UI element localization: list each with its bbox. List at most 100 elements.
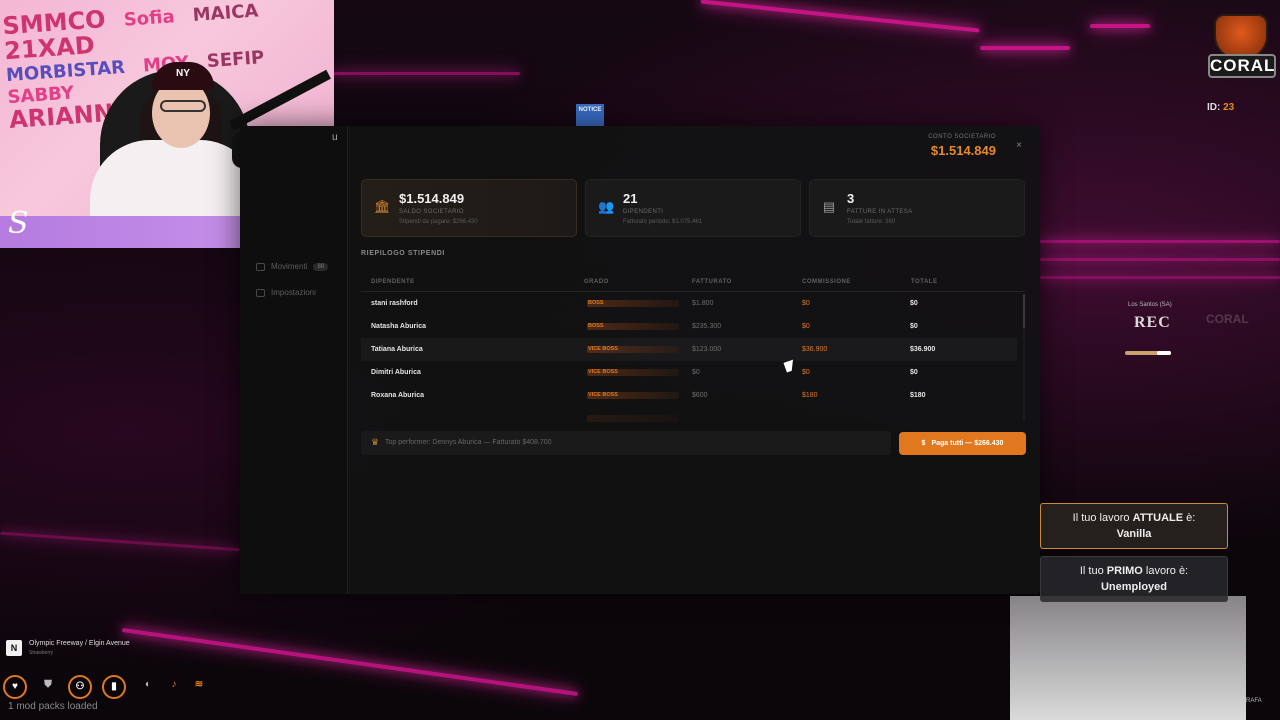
notice-sign: NOTICE: [576, 104, 604, 126]
graffiti-word: SEFIP: [206, 47, 265, 73]
neon-light: [0, 531, 240, 552]
primary-job-value: Unemployed: [1100, 581, 1167, 593]
top-performer-bar: ♛ Top performer: Dennys Aburica — Fattur…: [361, 431, 891, 455]
column-header: COMMISSIONE: [802, 279, 851, 285]
job-strong: ATTUALE: [1132, 512, 1184, 524]
settings-icon: [256, 288, 265, 297]
employee-total: $0: [910, 323, 918, 330]
employee-rank: VICE BOSS: [588, 369, 618, 375]
neon-light: [980, 46, 1070, 50]
invoice-icon: ▤: [822, 199, 836, 214]
rec-location: Los Santos (SA): [1128, 302, 1172, 308]
stat-card-invoices: ▤ 3 FATTURE IN ATTESA Totale fatture: 36…: [809, 179, 1025, 237]
rank-bar: [587, 415, 679, 422]
zone-name: Strawberry: [29, 650, 54, 656]
server-logo: CORAL: [1208, 14, 1276, 82]
current-job-box: Il tuo lavoro ATTUALE è: Vanilla: [1040, 503, 1228, 549]
sidebar-item-impostazioni[interactable]: Impostazioni: [256, 288, 316, 297]
table-row[interactable]: stani rashford BOSS $1.800 $0 $0: [361, 292, 1017, 315]
employee-total: $0: [910, 300, 918, 307]
sidebar-edge-label: u: [332, 132, 338, 143]
pay-all-label: Paga tutti — $266.430: [931, 440, 1004, 447]
stat-sub: Stipendi da pagare: $266.430: [399, 219, 478, 225]
neon-light: [1040, 240, 1280, 243]
neon-light: [1040, 258, 1280, 261]
sidebar-item-label: Impostazioni: [271, 288, 316, 297]
graffiti-word: Sofia: [123, 6, 176, 31]
employee-rank: BOSS: [588, 300, 604, 306]
section-title: RIEPILOGO STIPENDI: [361, 250, 445, 257]
current-job-value: Vanilla: [1116, 528, 1152, 540]
graffiti-word: MAICA: [192, 0, 260, 26]
voice-level-icon: ≋: [194, 679, 204, 690]
table-row[interactable]: Tatiana Aburica VICE BOSS $123.000 $36.9…: [361, 338, 1017, 361]
table-row[interactable]: Roxana Aburica VICE BOSS $600 $180 $180: [361, 384, 1017, 407]
sidebar-item-label: Movimenti: [271, 262, 308, 271]
corner-watermark: RAFA: [1246, 698, 1262, 704]
stat-card-balance: 🏛 $1.514.849 SALDO SOCIETARIO Stipendi d…: [361, 179, 577, 237]
panel-sidebar: u Movimenti 88 Impostazioni: [240, 126, 348, 594]
hunger-icon: ⚇: [68, 675, 92, 699]
rec-indicator: REC: [1134, 314, 1171, 331]
player-id-value: 23: [1223, 102, 1235, 113]
stat-card-employees: 👥 21 DIPENDENTI Fatturato periodo: $1.07…: [585, 179, 801, 237]
server-logo-text: CORAL: [1208, 54, 1276, 78]
sidebar-item-badge: 88: [313, 262, 329, 271]
neon-light: [700, 0, 980, 33]
rec-progress: [1125, 351, 1171, 355]
job-strong: PRIMO: [1106, 565, 1143, 577]
stat-label: SALDO SOCIETARIO: [399, 209, 464, 215]
rec-progress-fill: [1157, 351, 1171, 355]
glasses: [160, 100, 206, 112]
stat-sub: Fatturato periodo: $1.075.461: [623, 219, 703, 225]
employee-commission: $36.900: [802, 346, 828, 353]
street-name: Olympic Freeway / Elgin Avenue: [29, 640, 130, 647]
employee-name: Natasha Aburica: [371, 323, 426, 330]
player-id-label: ID:: [1207, 102, 1221, 113]
column-header: FATTURATO: [692, 279, 732, 285]
employee-commission: $0: [802, 369, 810, 376]
dollar-icon: $: [921, 440, 926, 447]
top-performer-text: Top performer: Dennys Aburica — Fatturat…: [385, 439, 552, 446]
neon-light: [1090, 24, 1150, 28]
close-icon[interactable]: ×: [1016, 140, 1022, 151]
thirst-icon: ▮: [102, 675, 126, 699]
employee-revenue: $600: [692, 392, 708, 399]
employee-total: $36.900: [910, 346, 936, 353]
table-row-partial[interactable]: [361, 407, 1017, 422]
trophy-icon: ♛: [371, 437, 380, 447]
signature: S: [8, 206, 29, 241]
employee-rank: VICE BOSS: [588, 346, 618, 352]
employee-total: $0: [910, 369, 918, 376]
list-icon: [256, 262, 265, 271]
employee-rank: BOSS: [588, 323, 604, 329]
employee-revenue: $123.000: [692, 346, 722, 353]
company-panel: u Movimenti 88 Impostazioni CONTO SOCIET…: [240, 126, 1040, 594]
stat-label: DIPENDENTI: [623, 209, 664, 215]
job-prefix: Il tuo lavoro: [1072, 512, 1130, 524]
rec-watermark: CORAL: [1206, 312, 1249, 326]
employee-revenue: $1.800: [692, 300, 714, 307]
compass-icon: N: [6, 640, 22, 656]
employee-commission: $0: [802, 323, 810, 330]
scrollbar-thumb[interactable]: [1023, 294, 1025, 328]
table-row[interactable]: Natasha Aburica BOSS $235.300 $0 $0: [361, 315, 1017, 338]
employee-name: stani rashford: [371, 300, 418, 307]
sidebar-item-movimenti[interactable]: Movimenti 88: [256, 262, 329, 271]
table-row[interactable]: Dimitri Aburica VICE BOSS $0 $0 $0: [361, 361, 1017, 384]
table-header: DIPENDENTE GRADO FATTURATO COMMISSIONE T…: [361, 272, 1025, 292]
neon-light: [330, 72, 520, 75]
column-header: TOTALE: [911, 279, 938, 285]
mod-packs-status: 1 mod packs loaded: [8, 701, 98, 712]
column-header: GRADO: [584, 279, 609, 285]
employee-name: Roxana Aburica: [371, 392, 425, 399]
stamina-icon: ◐: [144, 679, 152, 690]
player-id: ID: 23: [1207, 102, 1234, 113]
bank-icon: 🏛: [374, 199, 391, 214]
employee-revenue: $0: [692, 369, 700, 376]
employee-commission: $180: [802, 392, 818, 399]
employee-name: Tatiana Aburica: [371, 346, 423, 353]
account-label: CONTO SOCIETARIO: [928, 134, 996, 140]
account-balance: $1.514.849: [930, 143, 996, 158]
pay-all-button[interactable]: $ Paga tutti — $266.430: [899, 432, 1026, 455]
